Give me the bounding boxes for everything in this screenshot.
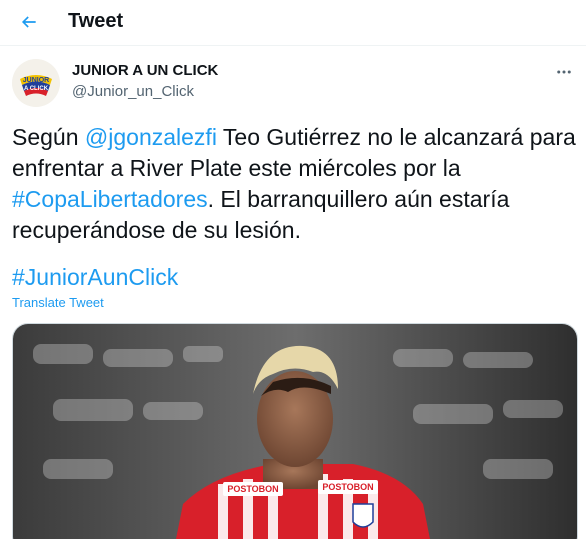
hashtag-line: #JuniorAunClick	[12, 262, 178, 293]
hashtag-copa-link[interactable]: #CopaLibertadores	[12, 186, 208, 212]
tweet-author: JUNIOR A CLICK JUNIOR A UN CLICK @Junior…	[12, 58, 578, 108]
tweet-photo[interactable]: POSTOBON POSTOBON	[12, 323, 578, 539]
sponsor-left-text: POSTOBON	[227, 484, 278, 494]
top-bar: Tweet	[0, 0, 586, 46]
translate-tweet-link[interactable]: Translate Tweet	[12, 295, 104, 310]
more-dots-icon	[557, 70, 571, 74]
back-button[interactable]	[12, 5, 46, 39]
avatar-text-top: JUNIOR	[23, 77, 49, 84]
more-options-button[interactable]	[550, 58, 578, 86]
avatar-text-bottom: A CLICK	[24, 86, 49, 92]
arrow-left-icon	[21, 16, 36, 28]
sponsor-right-text: POSTOBON	[322, 482, 373, 492]
author-display-name[interactable]: JUNIOR A UN CLICK	[72, 62, 218, 79]
avatar[interactable]: JUNIOR A CLICK	[12, 59, 60, 107]
author-handle[interactable]: @Junior_un_Click	[72, 83, 194, 100]
hashtag-junior-link[interactable]: #JuniorAunClick	[12, 264, 178, 290]
tweet-text-start: Según	[12, 124, 85, 150]
player-photo: POSTOBON POSTOBON	[13, 324, 577, 539]
junior-logo-icon: JUNIOR A CLICK	[12, 59, 60, 107]
mention-link[interactable]: @jgonzalezfi	[85, 124, 217, 150]
tweet-text: Según @jgonzalezfi Teo Gutiérrez no le a…	[12, 122, 578, 246]
club-crest-icon	[352, 503, 374, 528]
page-title: Tweet	[68, 10, 124, 32]
